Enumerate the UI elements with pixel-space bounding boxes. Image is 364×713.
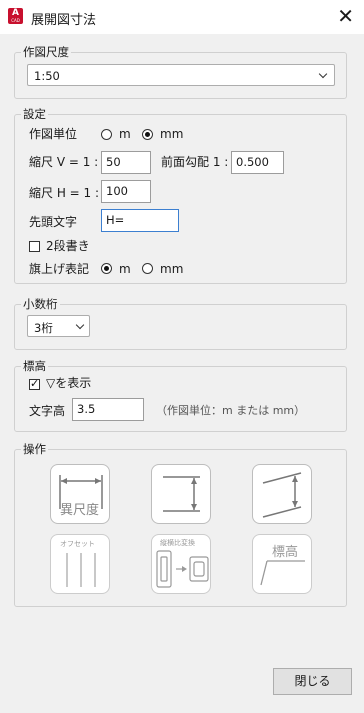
unit-m-label: m (119, 127, 131, 141)
flag-m-radio[interactable] (101, 263, 112, 274)
slope-input[interactable]: 0.500 (231, 151, 284, 174)
window-title: 展開図寸法 (31, 13, 97, 28)
scale-v-label: 縮尺 V = 1 : (29, 155, 99, 169)
different-scale-dimension-button[interactable]: 異尺度 (50, 464, 110, 524)
elevation-group-legend: 標高 (21, 359, 48, 373)
decimals-select[interactable]: 3桁 (27, 315, 90, 337)
slanted-dimension-button[interactable] (252, 464, 312, 524)
scale-select-value: 1:50 (34, 69, 60, 83)
prefix-input[interactable]: H= (101, 209, 179, 232)
chevron-down-icon (75, 320, 85, 330)
elevation-mark-button[interactable]: 標高 (252, 534, 312, 594)
text-height-input[interactable]: 3.5 (72, 398, 144, 421)
flag-m-label: m (119, 262, 131, 276)
app-icon-letter: A (12, 8, 19, 18)
scale-group-legend: 作図尺度 (21, 45, 71, 59)
close-icon[interactable]: ✕ (337, 4, 354, 28)
unit-label: 作図単位 (29, 127, 78, 141)
show-triangle-checkbox[interactable] (29, 377, 40, 390)
title-bar: A CAD 展開図寸法 ✕ (0, 0, 364, 34)
scale-select[interactable]: 1:50 (27, 64, 335, 86)
aspect-ratio-transform-button[interactable]: 縦横比変換 (151, 534, 211, 594)
two-line-label: 2段書き (46, 239, 90, 253)
two-line-checkbox[interactable] (29, 241, 40, 252)
vertical-dimension-button[interactable] (151, 464, 211, 524)
app-icon-sub: CAD (11, 18, 20, 23)
flag-label: 旗上げ表記 (29, 262, 90, 276)
operations-group: 操作 異尺度 オフセット 縦横比変換 標高 (14, 442, 347, 607)
scale-group: 作図尺度 1:50 (14, 45, 347, 99)
close-button[interactable]: 閉じる (273, 668, 352, 695)
vertical-dimension-icon (163, 476, 200, 512)
text-height-note: （作図単位：m または mm） (156, 404, 306, 417)
operations-group-legend: 操作 (21, 442, 48, 456)
elevation-mark-icon (260, 560, 305, 586)
scale-h-input[interactable]: 100 (101, 180, 151, 203)
decimals-group-legend: 小数桁 (21, 297, 60, 311)
scale-v-input[interactable]: 50 (101, 151, 151, 174)
slanted-dimension-icon (262, 472, 302, 518)
elevation-group: 標高 ▽を表示 文字高 3.5 （作図単位：m または mm） (14, 359, 347, 432)
settings-group: 設定 作図単位 m mm 縮尺 V = 1 : 50 前面勾配 1 : 0.50… (14, 107, 347, 284)
aspect-ratio-transform-icon (156, 550, 209, 588)
offset-icon (66, 553, 96, 587)
unit-mm-radio[interactable] (142, 129, 153, 140)
prefix-label: 先頭文字 (29, 215, 78, 229)
flag-mm-radio[interactable] (142, 263, 153, 274)
unit-mm-label: mm (160, 127, 184, 141)
decimals-group: 小数桁 3桁 (14, 297, 347, 350)
flag-mm-label: mm (160, 262, 184, 276)
show-triangle-label: ▽を表示 (46, 376, 92, 390)
settings-group-legend: 設定 (21, 107, 48, 121)
different-scale-text: 異尺度 (60, 503, 100, 518)
text-height-label: 文字高 (29, 404, 66, 418)
unit-m-radio[interactable] (101, 129, 112, 140)
scale-h-label: 縮尺 H = 1 : (29, 186, 100, 200)
decimals-select-value: 3桁 (34, 321, 53, 335)
chevron-down-icon (318, 69, 328, 79)
app-icon: A CAD (8, 8, 23, 24)
slope-label: 前面勾配 1 : (161, 155, 229, 169)
offset-button[interactable]: オフセット (50, 534, 110, 594)
